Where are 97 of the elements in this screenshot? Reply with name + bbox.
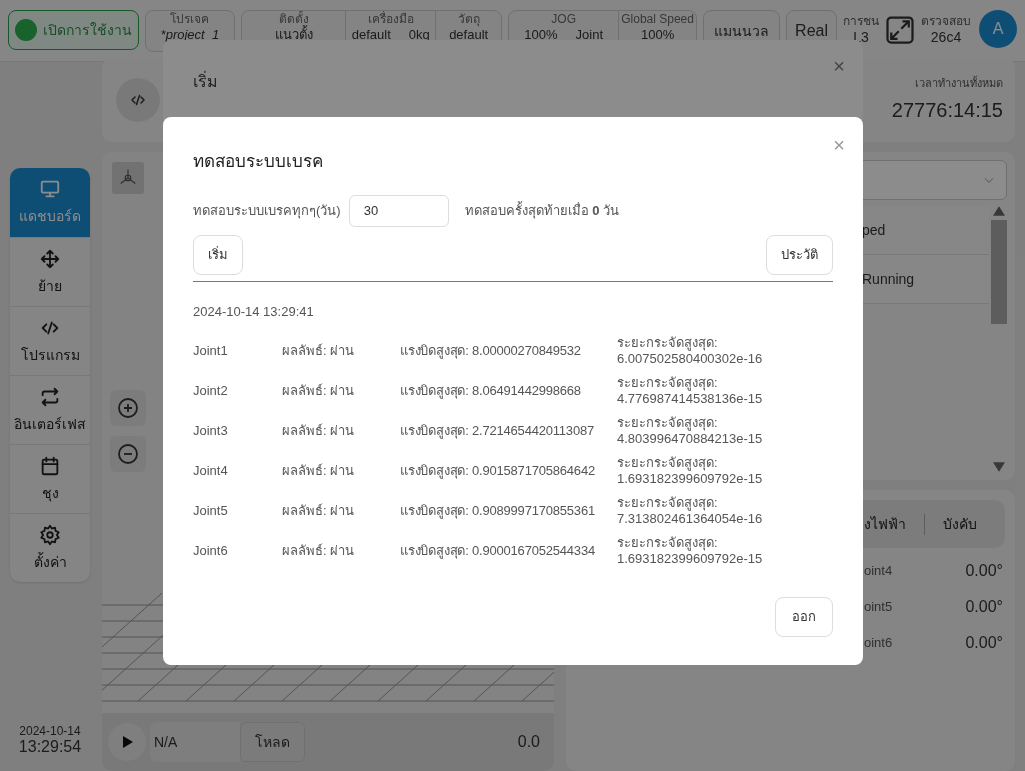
field-label: ติดตั้ง bbox=[278, 12, 309, 26]
displacement-label: ระยะกระจัดสูงสุด: bbox=[617, 375, 719, 391]
torque-text: แรงบิดสูงสุด: 0.9089997170855361 bbox=[400, 502, 596, 521]
joint-name: Joint6 bbox=[193, 542, 229, 561]
zoom-out-icon bbox=[116, 442, 140, 466]
interval-field[interactable]: 30 bbox=[348, 194, 449, 227]
time-text: 13:29:54 bbox=[18, 739, 82, 755]
expand-icon[interactable] bbox=[885, 15, 915, 45]
load-button[interactable]: โหลด bbox=[240, 722, 305, 762]
field-value: 100% bbox=[640, 27, 675, 42]
torque-text: แรงบิดสูงสุด: 0.9015871705864642 bbox=[400, 462, 596, 481]
zoom-in-button[interactable] bbox=[110, 390, 146, 426]
zoom-out-button[interactable] bbox=[110, 436, 146, 472]
field-label: JOG bbox=[551, 12, 576, 27]
displacement-value: 4.776987414538136e-15 bbox=[617, 391, 763, 407]
runtime-value: 27776:14:15 bbox=[891, 98, 1003, 124]
test-timestamp: 2024-10-14 13:29:41 bbox=[193, 302, 315, 321]
avatar[interactable]: A bbox=[979, 10, 1017, 48]
log-row-text[interactable]: Running bbox=[862, 268, 915, 290]
field-value: แนวตั้ง bbox=[274, 27, 313, 42]
calendar-icon bbox=[39, 454, 61, 477]
field-label: เครื่องมือ bbox=[367, 12, 414, 27]
displacement-label: ระยะกระจัดสูงสุด: bbox=[617, 415, 719, 431]
displacement-value: 1.693182399609792e-15 bbox=[617, 471, 763, 487]
torque-text: แรงบิดสูงสุด: 8.00000270849532 bbox=[400, 342, 582, 361]
joint-name: Joint4 bbox=[193, 462, 229, 481]
field-value: default bbox=[449, 27, 489, 42]
displacement-value: 6.007502580400302e-16 bbox=[617, 351, 763, 367]
monitor-icon bbox=[39, 178, 61, 200]
joint-name: Joint3 bbox=[193, 422, 229, 441]
tab[interactable]: งไฟฟ้า bbox=[846, 513, 924, 535]
joint-value: 0.00° bbox=[965, 561, 1003, 581]
joint-name: oint5 bbox=[864, 598, 893, 617]
runtime-label: เวลาทำงานทั้งหมด bbox=[915, 75, 1003, 91]
scroll-up-icon[interactable] bbox=[993, 206, 1005, 216]
collision-label: การชน bbox=[843, 13, 879, 29]
gear-icon bbox=[39, 523, 61, 546]
field-value: Joint bbox=[575, 27, 604, 42]
displacement-label: ระยะกระจัดสูงสุด: bbox=[617, 495, 719, 511]
displacement-label: ระยะกระจัดสูงสุด: bbox=[617, 335, 719, 351]
axes-button[interactable] bbox=[112, 162, 144, 194]
result-text: ผลลัพธ์: ผ่าน bbox=[282, 422, 356, 441]
torque-text: แรงบิดสูงสุด: 8.06491442998668 bbox=[400, 382, 582, 401]
field-value: 100% bbox=[524, 27, 558, 42]
joint-value: 0.00° bbox=[965, 597, 1003, 617]
enable-button[interactable]: เปิดการใช้งาน bbox=[8, 10, 139, 50]
field-label: วัตถุ bbox=[457, 12, 480, 27]
torque-text: แรงบิดสูงสุด: 2.7214654420113087 bbox=[400, 422, 595, 441]
move-icon bbox=[39, 247, 61, 270]
displacement-value: 4.803996470884213e-15 bbox=[617, 431, 763, 447]
interval-label: ทดสอบระบบเบรคทุกๆ(วัน) bbox=[193, 201, 341, 221]
displacement-value: 7.313802461364054e-16 bbox=[617, 511, 763, 527]
result-text: ผลลัพธ์: ผ่าน bbox=[282, 462, 356, 481]
result-text: ผลลัพธ์: ผ่าน bbox=[282, 502, 356, 521]
log-row-text[interactable]: ped bbox=[862, 219, 886, 241]
torque-text: แรงบิดสูงสุด: 0.9000167052544334 bbox=[400, 542, 596, 561]
result-text: ผลลัพธ์: ผ่าน bbox=[282, 382, 356, 401]
start-button[interactable]: เริ่ม bbox=[193, 234, 243, 275]
zoom-in-icon bbox=[116, 396, 140, 420]
last-test-text: ทดสอบครั้งสุดท้ายเมื่อ 0 วัน bbox=[464, 200, 620, 221]
field-value: *project_1 bbox=[160, 27, 220, 42]
field-label: Global Speed bbox=[621, 12, 694, 27]
scroll-down-icon[interactable] bbox=[993, 462, 1005, 472]
inspect-value: 26c4 bbox=[930, 29, 962, 45]
close-button[interactable]: × bbox=[833, 56, 845, 76]
inspect-label: ตรวจสอบ bbox=[921, 13, 971, 29]
play-button[interactable] bbox=[108, 723, 146, 761]
dialog-title: ทดสอบระบบเบรค bbox=[193, 151, 324, 173]
result-text: ผลลัพธ์: ผ่าน bbox=[282, 342, 356, 361]
displacement-value: 1.693182399609792e-15 bbox=[617, 551, 763, 567]
field-value: default bbox=[351, 27, 391, 42]
joint-name: Joint5 bbox=[193, 502, 229, 521]
swap-icon bbox=[39, 385, 61, 408]
field-label: โปรเจค bbox=[170, 12, 210, 27]
dialog-title: เริ่ม bbox=[193, 70, 219, 92]
joint-value: 0.00° bbox=[965, 633, 1003, 653]
history-button[interactable]: ประวัติ bbox=[766, 234, 833, 275]
result-text: ผลลัพธ์: ผ่าน bbox=[282, 542, 356, 561]
joint-name: Joint2 bbox=[193, 382, 229, 401]
tab[interactable]: บังคับ bbox=[924, 513, 995, 535]
scrollbar[interactable] bbox=[991, 206, 1007, 472]
program-field[interactable]: N/A bbox=[150, 722, 240, 762]
sidebar-item[interactable]: โปรแกรม bbox=[10, 306, 90, 375]
displacement-label: ระยะกระจัดสูงสุด: bbox=[617, 455, 719, 471]
joint-name: oint6 bbox=[864, 634, 893, 653]
sidebar-item[interactable]: แดชบอร์ด bbox=[10, 168, 90, 237]
sidebar-item[interactable]: ชุง bbox=[10, 444, 90, 513]
sidebar-item[interactable]: อินเตอร์เฟส bbox=[10, 375, 90, 444]
joint-name: oint4 bbox=[864, 562, 893, 581]
exit-button[interactable]: ออก bbox=[775, 597, 833, 637]
close-button[interactable]: × bbox=[833, 135, 845, 155]
date-text: 2024-10-14 bbox=[19, 723, 81, 739]
reading-text: 0.0 bbox=[517, 732, 540, 752]
sidebar-item[interactable]: ตั้งค่า bbox=[10, 513, 90, 582]
sidebar-item[interactable]: ย้าย bbox=[10, 237, 90, 306]
joint-name: Joint1 bbox=[193, 342, 229, 361]
displacement-label: ระยะกระจัดสูงสุด: bbox=[617, 535, 719, 551]
